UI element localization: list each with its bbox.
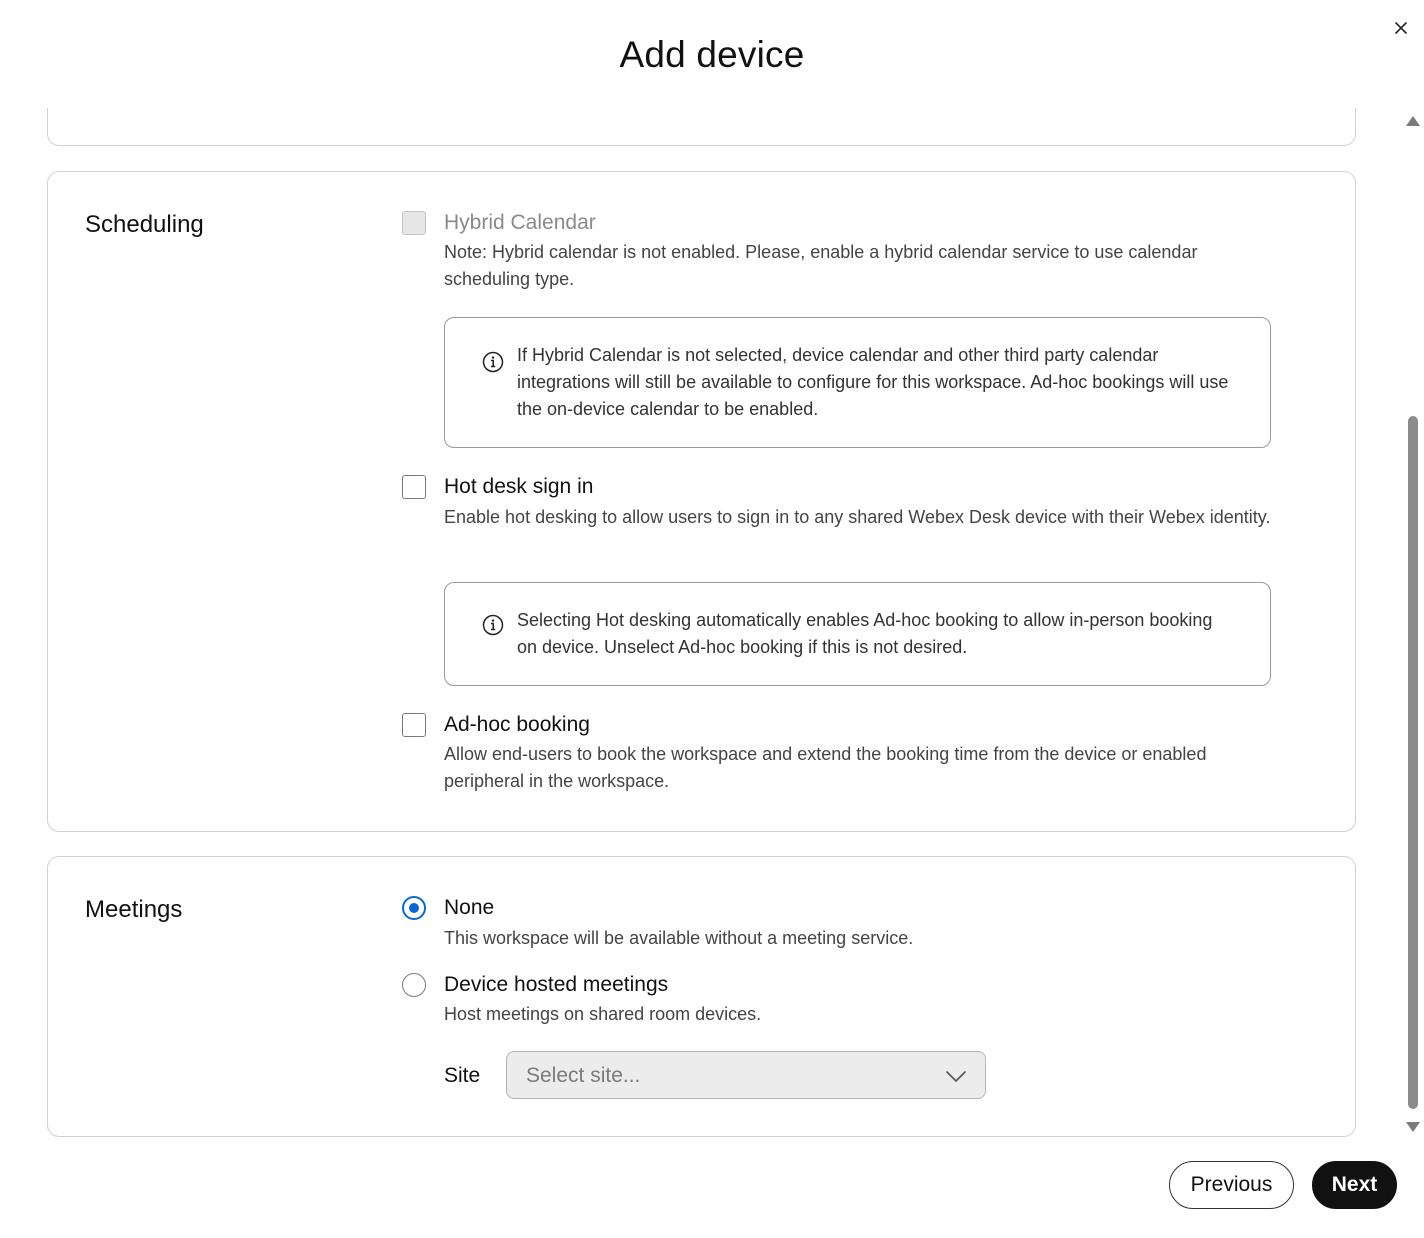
hot-desk-info-text: Selecting Hot desking automatically enab…	[517, 610, 1213, 657]
adhoc-booking-description: Allow end-users to book the workspace an…	[444, 744, 1207, 791]
info-icon	[482, 614, 504, 636]
site-label: Site	[444, 1064, 481, 1087]
modal-title: Add device	[619, 34, 805, 75]
scheduling-section: Scheduling Hybrid Calendar Note: Hybrid …	[47, 171, 1356, 832]
previous-section-card	[47, 108, 1356, 146]
device-hosted-label[interactable]: Device hosted meetings	[444, 973, 668, 997]
adhoc-booking-label[interactable]: Ad-hoc booking	[444, 713, 590, 737]
next-button[interactable]: Next	[1312, 1161, 1397, 1209]
hot-desk-label[interactable]: Hot desk sign in	[444, 475, 593, 499]
scroll-up-arrow[interactable]	[1406, 116, 1420, 126]
scheduling-title: Scheduling	[85, 211, 204, 238]
meeting-none-radio[interactable]	[402, 896, 426, 920]
adhoc-booking-checkbox[interactable]	[402, 713, 426, 737]
hybrid-calendar-note: Note: Hybrid calendar is not enabled. Pl…	[444, 242, 1198, 289]
hot-desk-description: Enable hot desking to allow users to sig…	[444, 507, 1271, 527]
close-icon	[1395, 22, 1407, 34]
info-icon	[482, 351, 504, 373]
meetings-section: Meetings None This workspace will be ava…	[47, 856, 1356, 1137]
hybrid-calendar-info-text: If Hybrid Calendar is not selected, devi…	[517, 345, 1229, 419]
scroll-down-arrow[interactable]	[1406, 1122, 1420, 1132]
scrollbar[interactable]	[1400, 108, 1424, 1138]
scrollbar-thumb[interactable]	[1408, 416, 1418, 1109]
device-hosted-radio[interactable]	[402, 973, 426, 997]
device-hosted-description: Host meetings on shared room devices.	[444, 1004, 762, 1024]
previous-button[interactable]: Previous	[1169, 1161, 1294, 1209]
meeting-none-description: This workspace will be available without…	[444, 928, 914, 948]
meeting-none-label[interactable]: None	[444, 896, 494, 920]
hot-desk-checkbox[interactable]	[402, 475, 426, 499]
hybrid-calendar-label: Hybrid Calendar	[444, 211, 596, 234]
site-select[interactable]: Select site...	[506, 1051, 986, 1099]
hot-desk-info-box: Selecting Hot desking automatically enab…	[444, 582, 1271, 686]
site-select-placeholder: Select site...	[526, 1064, 641, 1087]
hybrid-calendar-checkbox[interactable]	[402, 211, 426, 235]
meetings-title: Meetings	[85, 896, 183, 923]
chevron-down-icon	[946, 1071, 966, 1082]
hybrid-calendar-info-box: If Hybrid Calendar is not selected, devi…	[444, 317, 1271, 448]
modal-body: Scheduling Hybrid Calendar Note: Hybrid …	[0, 108, 1400, 1138]
close-button[interactable]	[1390, 17, 1412, 39]
